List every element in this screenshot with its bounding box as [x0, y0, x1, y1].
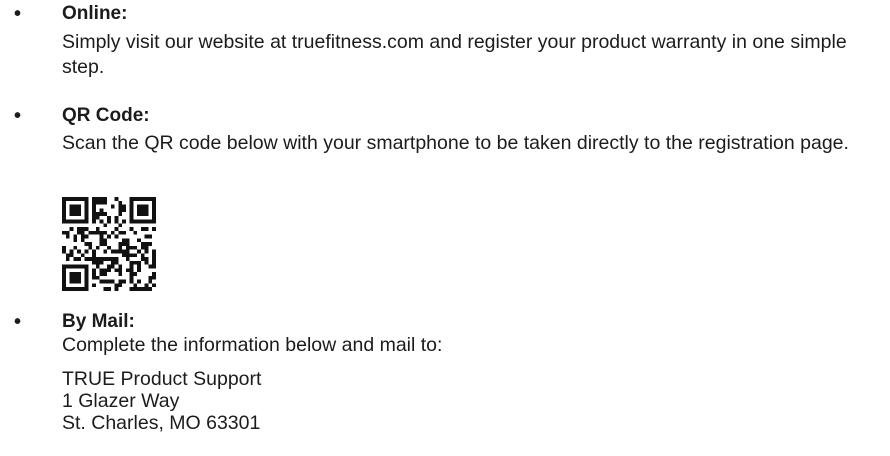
- by-mail-description: Complete the information below and mail …: [62, 334, 443, 356]
- qr-code-description: Scan the QR code below with your smartph…: [62, 132, 849, 154]
- heading-qr-code: QR Code:: [62, 105, 150, 126]
- heading-by-mail: By Mail:: [62, 311, 135, 332]
- qr-code-icon: [62, 197, 156, 291]
- bullet: •: [14, 311, 22, 333]
- address-line-3: St. Charles, MO 63301: [62, 412, 261, 434]
- address-line-2: 1 Glazer Way: [62, 390, 180, 412]
- online-description: Simply visit our website at truefitness.…: [62, 31, 847, 78]
- bullet: •: [14, 105, 22, 127]
- bullet: •: [14, 3, 22, 25]
- heading-online: Online:: [62, 3, 128, 24]
- address-line-1: TRUE Product Support: [62, 368, 262, 390]
